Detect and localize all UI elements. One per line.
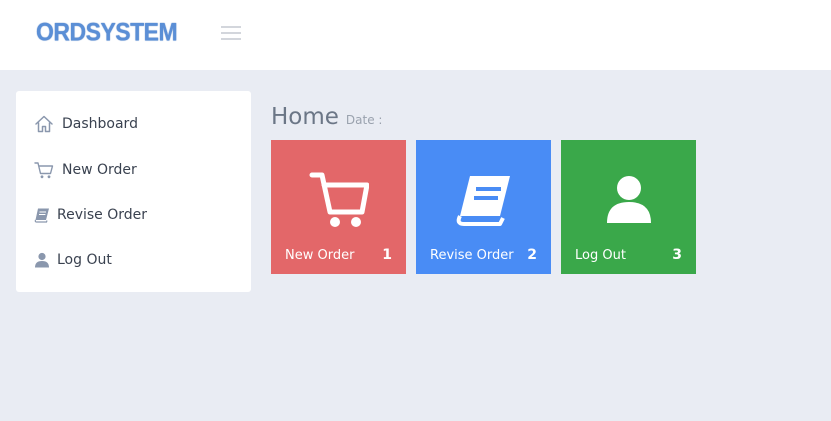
home-icon <box>34 114 54 134</box>
sidebar-item-label: Log Out <box>57 252 112 268</box>
tile-count: 2 <box>527 247 537 263</box>
sidebar-item-dashboard[interactable]: Dashboard <box>16 109 251 139</box>
tile-count: 1 <box>382 247 392 263</box>
book-icon <box>416 168 551 232</box>
user-icon <box>561 168 696 232</box>
tile-new-order[interactable]: New Order 1 <box>271 140 406 274</box>
tile-count: 3 <box>672 247 682 263</box>
tile-label: Log Out <box>575 248 626 263</box>
cart-icon <box>34 160 54 180</box>
book-icon <box>34 207 50 223</box>
sidebar-item-label: Revise Order <box>57 207 148 223</box>
tile-log-out[interactable]: Log Out 3 <box>561 140 696 274</box>
top-navbar: ORDSYSTEM <box>0 0 831 70</box>
tile-revise-order[interactable]: Revise Order 2 <box>416 140 551 274</box>
page-heading: Home Date : <box>271 104 382 130</box>
sidebar-item-log-out[interactable]: Log Out <box>16 245 251 275</box>
cart-icon <box>271 168 406 232</box>
sidebar: Dashboard New Order Revise Order Log Out <box>16 91 251 292</box>
sidebar-item-revise-order[interactable]: Revise Order <box>16 200 251 230</box>
sidebar-item-label: New Order <box>62 162 137 178</box>
page-title: Home <box>271 104 339 130</box>
tile-label: Revise Order <box>430 248 514 263</box>
hamburger-menu-icon[interactable] <box>221 26 241 40</box>
sidebar-item-label: Dashboard <box>62 116 138 132</box>
app-logo[interactable]: ORDSYSTEM <box>36 18 178 47</box>
tile-label: New Order <box>285 248 355 263</box>
sidebar-item-new-order[interactable]: New Order <box>16 155 251 185</box>
page-subtitle-date: Date : <box>345 113 383 127</box>
user-icon <box>34 252 50 268</box>
